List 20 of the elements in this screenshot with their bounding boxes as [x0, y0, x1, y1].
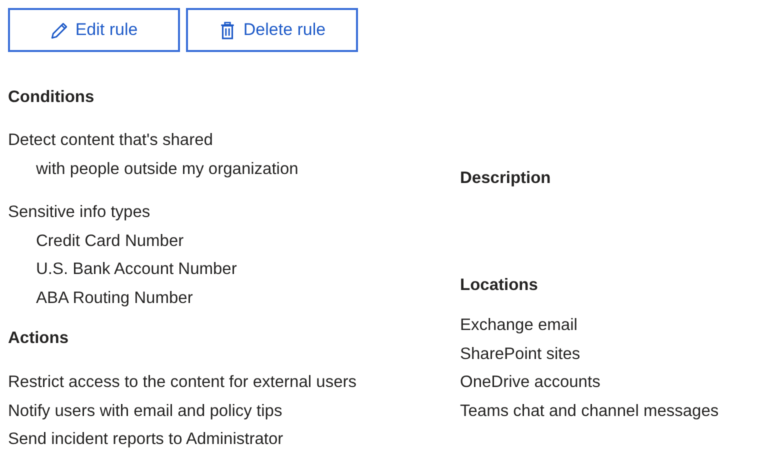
condition-title: Sensitive info types [8, 202, 152, 223]
delete-button[interactable]: Delete rule [186, 8, 358, 52]
condition-title: Detect content that's shared [8, 130, 214, 151]
condition-detail: ABA Routing Number [35, 288, 194, 308]
location-item: SharePoint sites [460, 344, 582, 364]
section-heading: Actions [8, 328, 70, 349]
action-item: Restrict access to the content for external users [8, 372, 358, 393]
location-item: Exchange email [460, 315, 578, 336]
location-item: OneDrive accounts [460, 372, 602, 393]
location-item: Teams chat and channel messages [460, 400, 720, 422]
condition-detail: U.S. Bank Account Number [35, 259, 238, 280]
section-heading: Conditions [8, 87, 96, 108]
action-item: Send incident reports to Administrator [8, 429, 284, 450]
condition-detail: Credit Card Number [35, 230, 185, 252]
section-heading: Description [460, 168, 552, 189]
action-item: Notify users with email and policy tips [8, 400, 284, 422]
edit-button[interactable]: Edit rule [8, 8, 180, 52]
condition-detail: with people outside my organization [35, 158, 300, 180]
pencil-icon [50, 20, 70, 40]
section-heading: Locations [460, 275, 539, 296]
